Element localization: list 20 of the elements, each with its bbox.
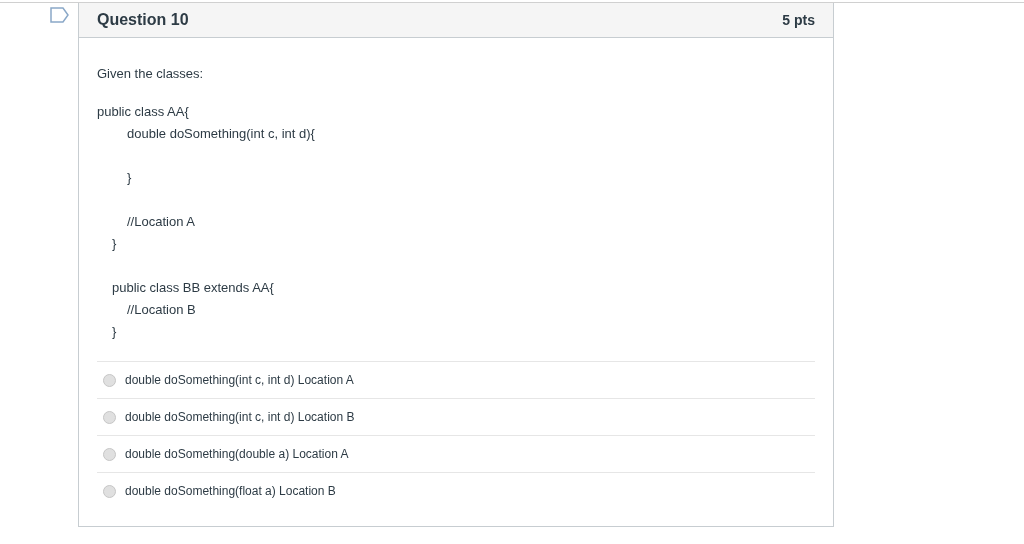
points-label: 5 pts — [782, 12, 815, 28]
radio-button[interactable] — [103, 484, 116, 498]
code-line: } — [127, 170, 132, 185]
radio-button[interactable] — [103, 447, 116, 461]
code-line: //Location A — [127, 214, 195, 229]
code-line: double doSomething(int c, int d){ — [127, 126, 315, 141]
question-prompt: Given the classes: — [97, 66, 205, 81]
answer-label[interactable]: double doSomething(int c, int d) Location B — [125, 410, 355, 424]
code-line: } — [112, 236, 117, 251]
code-line: } — [112, 324, 117, 339]
radio-button[interactable] — [103, 410, 116, 424]
code-line: public class BB extends AA{ — [112, 280, 274, 295]
question-title: Question 10 — [97, 11, 189, 29]
code-line: public class AA{ — [97, 104, 189, 119]
flag-icon[interactable] — [50, 7, 70, 23]
code-line: //Location B — [127, 302, 196, 317]
answer-label[interactable]: double doSomething(int c, int d) Location A — [125, 373, 354, 387]
answer-label[interactable]: double doSomething(float a) Location B — [125, 484, 336, 498]
radio-button[interactable] — [103, 373, 116, 387]
answer-label[interactable]: double doSomething(double a) Location A — [125, 447, 349, 461]
